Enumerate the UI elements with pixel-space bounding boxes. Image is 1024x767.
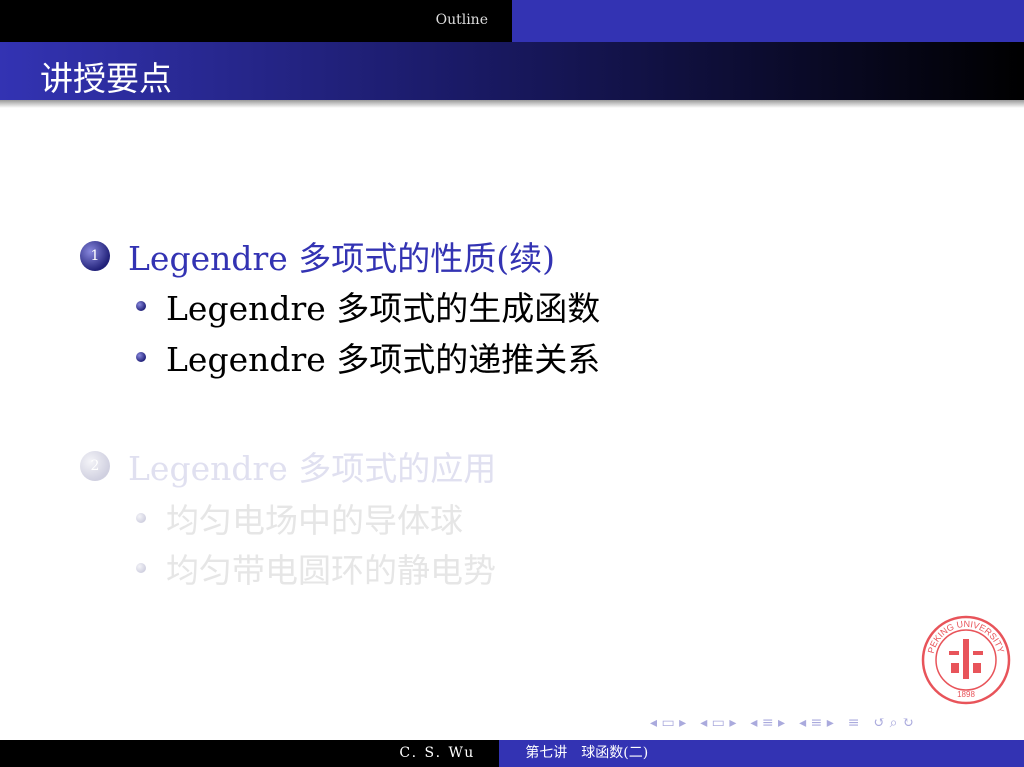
bullet-icon <box>136 352 146 362</box>
svg-text:1898: 1898 <box>957 690 975 699</box>
frame-title: 讲授要点 <box>40 59 172 98</box>
headline-right <box>512 0 1024 42</box>
outline-section-1[interactable]: 1 Legendre 多项式的性质(续) <box>80 232 555 280</box>
subsection-label: 均匀带电圆环的静电势 <box>166 551 496 590</box>
section-nav-icon[interactable]: ◂ ≡ ▸ <box>750 715 785 731</box>
subsection-label: 均匀电场中的导体球 <box>166 501 463 540</box>
outline-subsection[interactable]: 均匀带电圆环的静电势 <box>136 544 496 592</box>
outline-section-2[interactable]: 2 Legendre 多项式的应用 <box>80 442 496 490</box>
outline-subsection[interactable]: 均匀电场中的导体球 <box>136 494 463 542</box>
toc-icon[interactable]: ≡ <box>848 715 860 731</box>
beamer-navigation: ◂ ▭ ▸ ◂ ▭ ▸ ◂ ≡ ▸ ◂ ≡ ▸ ≡ ↺ ⌕ ↻ <box>650 715 914 731</box>
title-shadow <box>0 100 1024 108</box>
headline-bar: Outline <box>0 0 1024 42</box>
footer-author: C. S. Wu <box>0 740 500 767</box>
section-label: Legendre 多项式的应用 <box>128 449 497 488</box>
university-logo: PEKING UNIVERSITY 1898 <box>921 615 1011 705</box>
footline: C. S. Wu 第七讲 球函数(二) <box>0 740 1024 767</box>
subsection-label: Legendre 多项式的生成函数 <box>166 289 601 328</box>
subsection-nav-icon[interactable]: ◂ ▭ ▸ <box>700 715 736 731</box>
back-search-forward-icon[interactable]: ↺ ⌕ ↻ <box>873 715 913 731</box>
bullet-icon <box>136 563 146 573</box>
footer-title: 第七讲 球函数(二) <box>499 740 1024 767</box>
section-number-ball: 1 <box>80 241 110 271</box>
outline-subsection[interactable]: Legendre 多项式的生成函数 <box>136 282 600 330</box>
section-label: Legendre 多项式的性质(续) <box>128 239 556 278</box>
outline-subsection[interactable]: Legendre 多项式的递推关系 <box>136 333 600 381</box>
bullet-icon <box>136 301 146 311</box>
section-number-ball: 2 <box>80 451 110 481</box>
frame-nav-icon[interactable]: ◂ ▭ ▸ <box>650 715 686 731</box>
slide-nav-icon[interactable]: ◂ ≡ ▸ <box>799 715 834 731</box>
frame-title-bar: 讲授要点 <box>0 42 1024 100</box>
section-nav-outline[interactable]: Outline <box>0 0 512 42</box>
bullet-icon <box>136 513 146 523</box>
subsection-label: Legendre 多项式的递推关系 <box>166 340 601 379</box>
